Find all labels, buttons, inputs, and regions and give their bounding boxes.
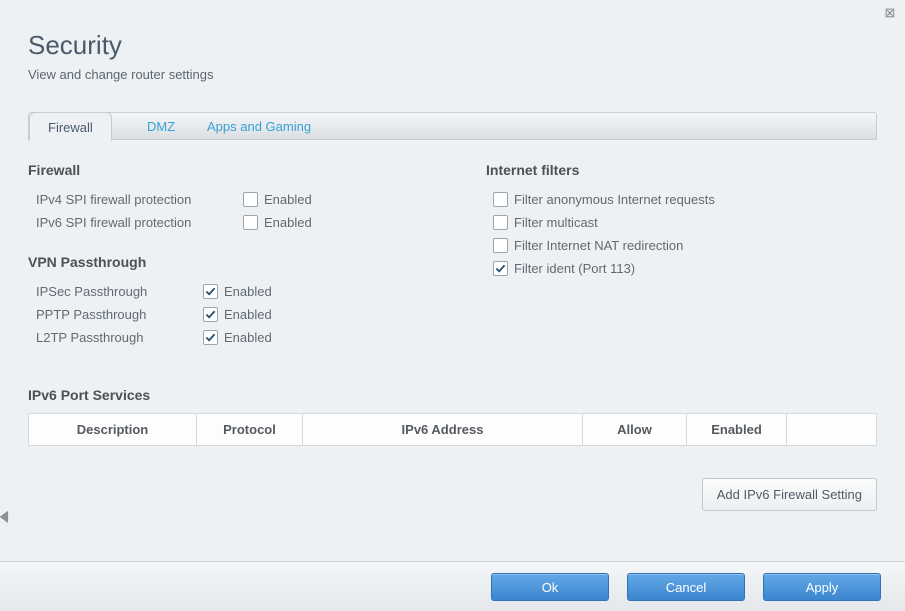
pptp-checkbox[interactable] [203,307,218,322]
filter-ident-checkbox[interactable] [493,261,508,276]
filter-multicast-label: Filter multicast [514,215,598,230]
col-description: Description [29,414,197,446]
firewall-heading: Firewall [28,162,480,178]
vpn-heading: VPN Passthrough [28,254,480,270]
page-subtitle: View and change router settings [28,67,877,82]
close-icon[interactable]: ⊠ [883,6,897,20]
filter-anonymous-label: Filter anonymous Internet requests [514,192,715,207]
filter-ident-label: Filter ident (Port 113) [514,261,635,276]
page-title: Security [28,30,877,61]
ipv4-spi-enabled-text: Enabled [264,192,312,207]
tabs-bar: Firewall DMZ Apps and Gaming [28,112,877,140]
filter-anonymous-checkbox[interactable] [493,192,508,207]
filter-multicast-checkbox[interactable] [493,215,508,230]
ipv6-services-heading: IPv6 Port Services [28,387,877,403]
pptp-label: PPTP Passthrough [36,307,196,322]
tab-firewall[interactable]: Firewall [29,112,112,141]
ipv6-spi-checkbox[interactable] [243,215,258,230]
filter-nat-checkbox[interactable] [493,238,508,253]
cancel-button[interactable]: Cancel [627,573,745,601]
ipsec-enabled-text: Enabled [224,284,272,299]
security-panel: Security View and change router settings… [0,0,905,511]
pptp-enabled-text: Enabled [224,307,272,322]
col-enabled: Enabled [687,414,787,446]
filter-nat-label: Filter Internet NAT redirection [514,238,683,253]
ipv4-spi-label: IPv4 SPI firewall protection [36,192,236,207]
ipv6-services-table: Description Protocol IPv6 Address Allow … [28,413,877,446]
tab-apps-and-gaming[interactable]: Apps and Gaming [189,112,329,141]
add-ipv6-firewall-button[interactable]: Add IPv6 Firewall Setting [702,478,877,511]
internet-filters-heading: Internet filters [486,162,877,178]
collapse-chevron-icon[interactable]: ◀ [0,506,7,520]
ipv6-spi-enabled-text: Enabled [264,215,312,230]
l2tp-checkbox[interactable] [203,330,218,345]
col-protocol: Protocol [197,414,303,446]
ipv4-spi-checkbox[interactable] [243,192,258,207]
col-actions [787,414,877,446]
l2tp-enabled-text: Enabled [224,330,272,345]
ok-button[interactable]: Ok [491,573,609,601]
apply-button[interactable]: Apply [763,573,881,601]
tab-dmz[interactable]: DMZ [129,112,193,141]
ipv6-spi-label: IPv6 SPI firewall protection [36,215,236,230]
ipsec-checkbox[interactable] [203,284,218,299]
l2tp-label: L2TP Passthrough [36,330,196,345]
dialog-footer: Ok Cancel Apply [0,561,905,611]
col-ipv6-address: IPv6 Address [303,414,583,446]
col-allow: Allow [583,414,687,446]
ipsec-label: IPSec Passthrough [36,284,196,299]
